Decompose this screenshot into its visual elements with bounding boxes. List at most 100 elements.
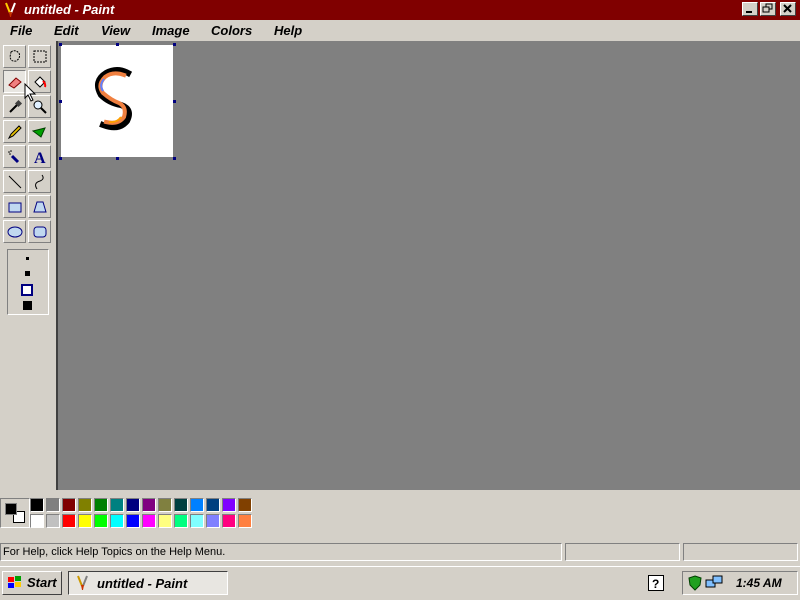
start-button[interactable]: Start: [2, 571, 62, 595]
start-label: Start: [27, 575, 57, 590]
status-pane-size: [683, 543, 798, 561]
palette-swatch[interactable]: [62, 498, 76, 512]
palette-swatch[interactable]: [142, 514, 156, 528]
tool-free-form-select[interactable]: [3, 45, 26, 68]
palette-swatch[interactable]: [222, 498, 236, 512]
status-pane-position: [565, 543, 680, 561]
menu-colors[interactable]: Colors: [211, 23, 252, 38]
minimize-button[interactable]: [742, 2, 758, 16]
taskbar: Start untitled - Paint ? 1:45 AM: [0, 566, 800, 600]
tool-line[interactable]: [3, 170, 26, 193]
line-icon: [8, 175, 22, 189]
tool-text[interactable]: A: [28, 145, 51, 168]
current-colors-indicator[interactable]: [0, 498, 30, 528]
rect-select-icon: [33, 50, 47, 63]
curve-icon: [35, 174, 44, 190]
palette-swatch[interactable]: [62, 514, 76, 528]
title-bar[interactable]: untitled - Paint: [0, 0, 800, 20]
palette-swatch[interactable]: [206, 498, 220, 512]
palette-swatch[interactable]: [78, 514, 92, 528]
palette-swatch[interactable]: [174, 498, 188, 512]
palette-swatch[interactable]: [110, 498, 124, 512]
paint-app-icon[interactable]: [3, 2, 19, 18]
tool-airbrush[interactable]: [3, 145, 26, 168]
palette-swatch[interactable]: [30, 498, 44, 512]
palette-swatch[interactable]: [158, 514, 172, 528]
eraser-size-large[interactable]: [23, 286, 31, 294]
palette-swatch[interactable]: [46, 498, 60, 512]
network-connections-icon[interactable]: [705, 575, 723, 591]
close-button[interactable]: [780, 2, 796, 16]
palette-swatch[interactable]: [126, 514, 140, 528]
eraser-size-medium[interactable]: [25, 271, 30, 276]
palette-swatch[interactable]: [206, 514, 220, 528]
tool-pick-color[interactable]: [3, 95, 26, 118]
eraser-icon: [8, 77, 22, 89]
window-title: untitled - Paint: [24, 2, 115, 17]
tool-polygon[interactable]: [28, 195, 51, 218]
security-shield-icon[interactable]: [687, 575, 703, 591]
free-select-icon: [9, 50, 21, 62]
tool-rounded-rectangle[interactable]: [28, 220, 51, 243]
palette-swatch[interactable]: [238, 514, 252, 528]
palette-swatch[interactable]: [94, 498, 108, 512]
tool-brush[interactable]: [28, 120, 51, 143]
palette-swatch[interactable]: [222, 514, 236, 528]
palette-swatch[interactable]: [110, 514, 124, 528]
tool-curve[interactable]: [28, 170, 51, 193]
tool-pencil[interactable]: [3, 120, 26, 143]
menu-help[interactable]: Help: [274, 23, 302, 38]
text-icon: A: [34, 150, 46, 166]
brush-icon: [31, 127, 46, 138]
svg-text:A: A: [34, 150, 46, 166]
menu-bar: File Edit View Image Colors Help: [0, 20, 800, 41]
palette-swatch[interactable]: [190, 514, 204, 528]
taskbar-paint-button[interactable]: untitled - Paint: [68, 571, 228, 595]
menu-edit[interactable]: Edit: [54, 23, 79, 38]
palette-swatch[interactable]: [142, 498, 156, 512]
eraser-size-small[interactable]: [26, 257, 29, 260]
menu-view[interactable]: View: [101, 23, 130, 38]
tool-eraser[interactable]: [3, 70, 26, 93]
foreground-color-swatch[interactable]: [5, 503, 17, 515]
tool-rectangle[interactable]: [3, 195, 26, 218]
palette-swatch[interactable]: [158, 498, 172, 512]
tool-ellipse[interactable]: [3, 220, 26, 243]
help-tray-icon[interactable]: ?: [648, 575, 664, 591]
eraser-size-xlarge[interactable]: [23, 301, 32, 310]
svg-text:?: ?: [652, 577, 659, 590]
palette-swatch[interactable]: [174, 514, 188, 528]
menu-file[interactable]: File: [10, 23, 32, 38]
palette-swatch[interactable]: [126, 498, 140, 512]
pencil-icon: [7, 125, 22, 140]
rounded-rect-icon: [33, 226, 47, 238]
canvas-handle-top-left: [59, 43, 62, 46]
restore-button[interactable]: [760, 2, 776, 16]
tool-rectangle-select[interactable]: [28, 45, 51, 68]
airbrush-icon: [8, 150, 20, 164]
canvas-handle-right[interactable]: [173, 100, 176, 103]
system-clock[interactable]: 1:45 AM: [736, 576, 782, 590]
drawn-s-shape: [94, 67, 133, 131]
palette-swatch[interactable]: [94, 514, 108, 528]
drawing-canvas[interactable]: [61, 45, 173, 157]
canvas-handle-top: [116, 43, 119, 46]
canvas-handle-bottom-right[interactable]: [173, 157, 176, 160]
status-help-text: For Help, click Help Topics on the Help …: [0, 543, 562, 561]
palette-swatch[interactable]: [190, 498, 204, 512]
palette-swatch[interactable]: [238, 498, 252, 512]
canvas-handle-bottom-left: [59, 157, 62, 160]
canvas-handle-top-right: [173, 43, 176, 46]
palette-swatch[interactable]: [78, 498, 92, 512]
color-palette: [0, 490, 800, 540]
palette-swatch[interactable]: [30, 514, 44, 528]
polygon-icon: [33, 201, 47, 213]
paint-app-icon: [77, 575, 88, 590]
ellipse-icon: [7, 226, 23, 238]
canvas-handle-bottom[interactable]: [116, 157, 119, 160]
taskbar-paint-label: untitled - Paint: [97, 576, 188, 591]
windows-logo-icon: [8, 576, 21, 588]
palette-swatch[interactable]: [46, 514, 60, 528]
mouse-cursor-icon: [24, 83, 37, 102]
menu-image[interactable]: Image: [152, 23, 190, 38]
